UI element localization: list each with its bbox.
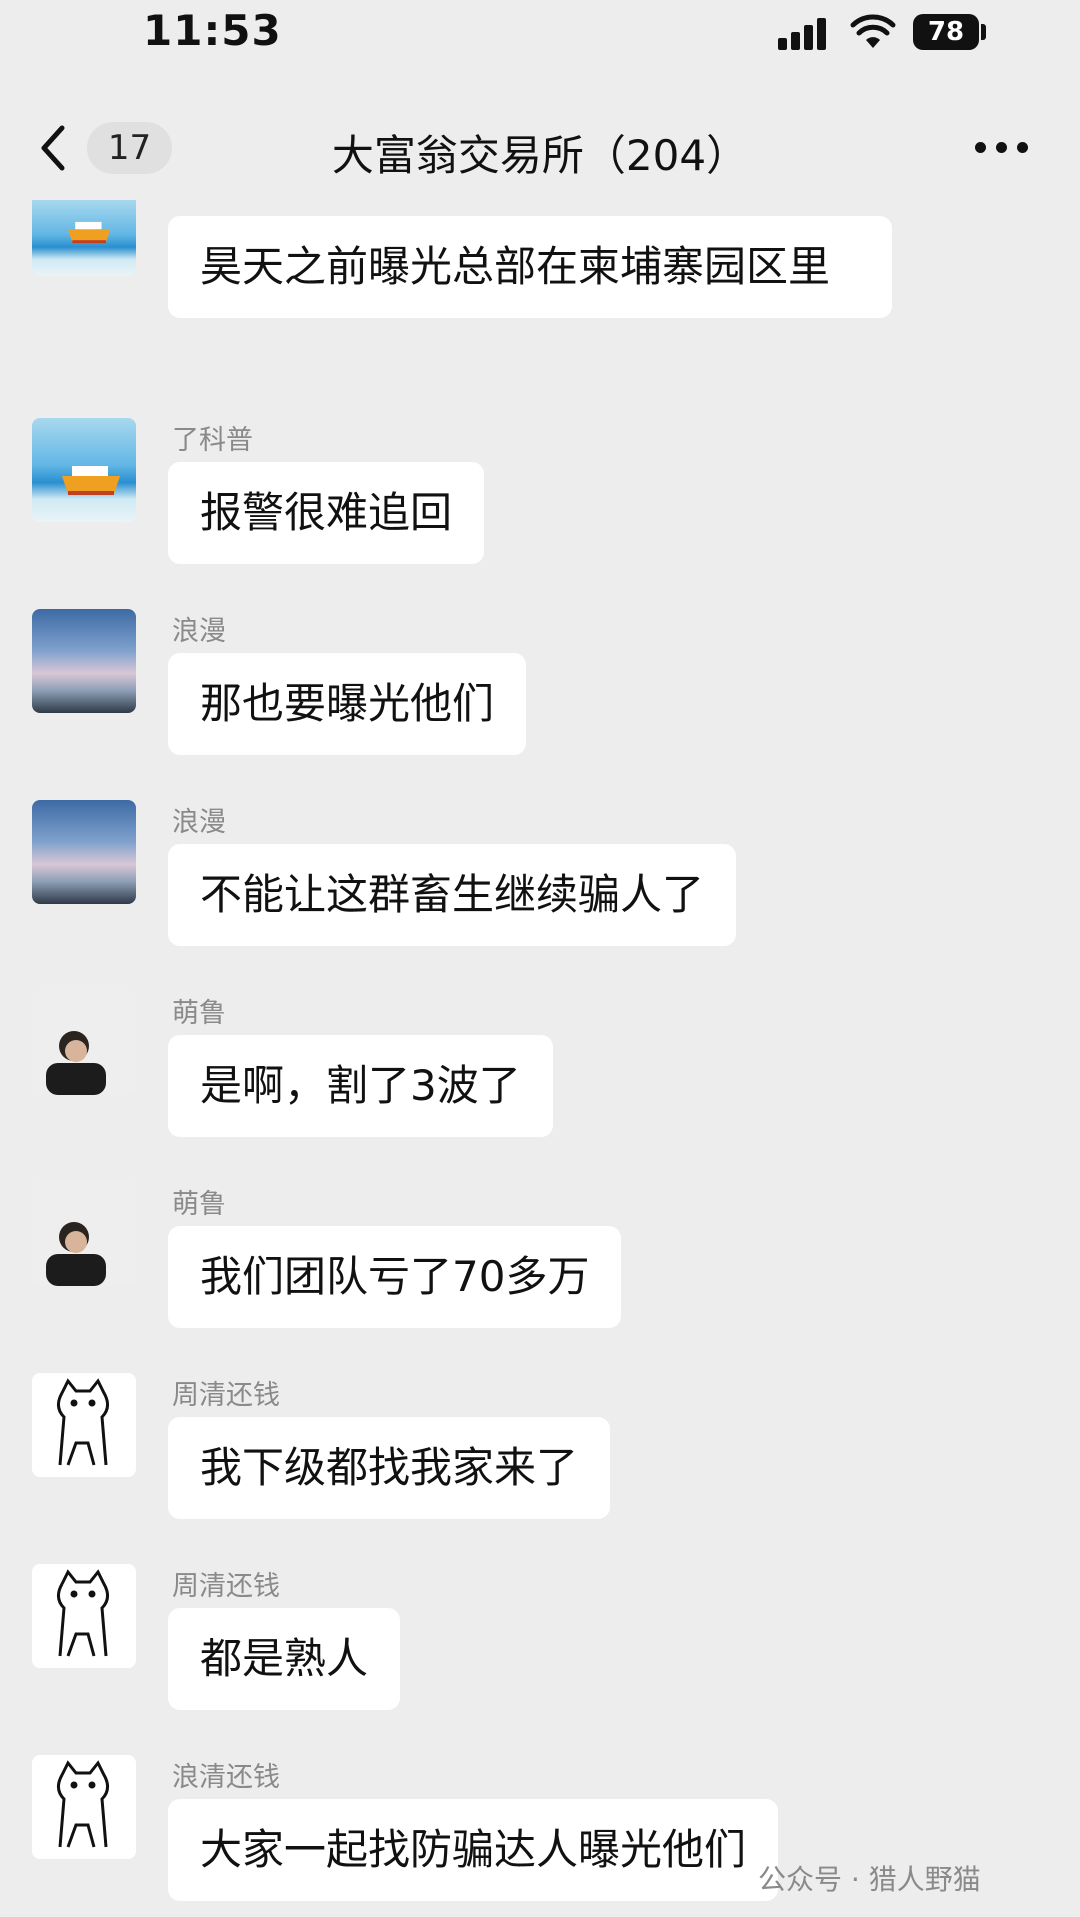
- sender-name: 萌鲁: [172, 1189, 226, 1220]
- boat-avatar[interactable]: [32, 418, 136, 522]
- message-bubble[interactable]: 都是熟人: [168, 1608, 401, 1710]
- message-bubble[interactable]: 是啊，割了3波了: [168, 1035, 553, 1137]
- message-bubble[interactable]: 那也要曝光他们: [168, 653, 527, 755]
- cat-avatar[interactable]: [32, 1755, 136, 1859]
- status-bar: 11:53 78: [0, 0, 1080, 70]
- message-bubble[interactable]: 我下级都找我家来了: [168, 1417, 611, 1519]
- sender-name: 周清还钱: [172, 1380, 280, 1411]
- cellular-signal-icon: [778, 18, 828, 50]
- message-bubble[interactable]: 不能让这群畜生继续骗人了: [168, 844, 737, 946]
- message-bubble[interactable]: 大家一起找防骗达人曝光他们: [168, 1799, 779, 1901]
- status-time: 11:53: [143, 6, 282, 55]
- sender-name: 浪漫: [172, 807, 226, 838]
- message-bubble[interactable]: 报警很难追回: [168, 462, 485, 564]
- sender-name: 萌鲁: [172, 998, 226, 1029]
- watermark-text: 公众号 · 猎人野猫: [758, 1863, 981, 1896]
- sender-name: 了科普: [172, 425, 253, 456]
- message-bubble[interactable]: 我们团队亏了70多万: [168, 1226, 622, 1328]
- sky-avatar[interactable]: [32, 609, 136, 713]
- chat-header: 17 大富翁交易所（204）: [0, 98, 1080, 198]
- sender-name: 浪漫: [172, 616, 226, 647]
- wifi-icon: [850, 14, 896, 48]
- cat-avatar[interactable]: [32, 1373, 136, 1477]
- cat-avatar[interactable]: [32, 1564, 136, 1668]
- sky-avatar[interactable]: [32, 800, 136, 904]
- chat-title: 大富翁交易所（204）: [331, 131, 749, 180]
- battery-icon: 78: [913, 14, 979, 50]
- message-bubble[interactable]: 昊天之前曝光总部在柬埔寨园区里: [168, 216, 892, 318]
- man-avatar[interactable]: [32, 991, 136, 1095]
- man-avatar[interactable]: [32, 1182, 136, 1286]
- battery-nub: [981, 24, 986, 40]
- more-options-icon[interactable]: [975, 142, 1029, 154]
- boat-avatar[interactable]: [32, 200, 136, 276]
- sender-name: 浪清还钱: [172, 1762, 280, 1793]
- sender-name: 周清还钱: [172, 1571, 280, 1602]
